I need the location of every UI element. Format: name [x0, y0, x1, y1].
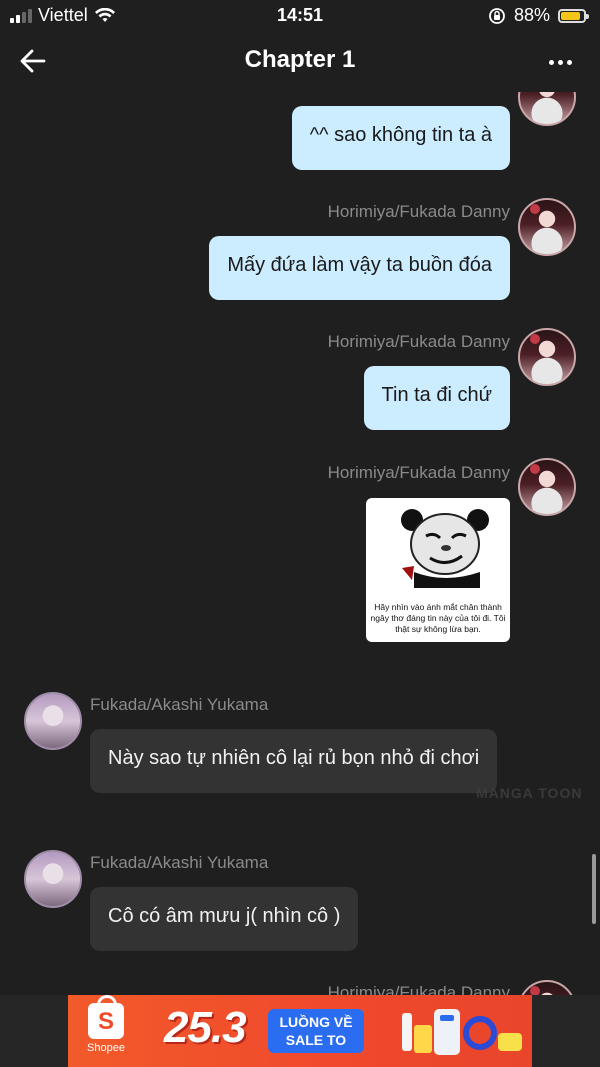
battery-icon	[558, 8, 589, 23]
sender-name: Fukada/Akashi Yukama	[90, 853, 269, 872]
avatar[interactable]	[518, 458, 576, 516]
message-bubble[interactable]: ^^ sao không tin ta à	[291, 106, 510, 170]
ad-banner[interactable]: S Shopee 25.3 LUỒNG VỀ SALE TO	[68, 995, 532, 1067]
status-right: 88%	[488, 5, 589, 26]
ad-headline-line2: SALE TO	[285, 1032, 347, 1048]
avatar[interactable]	[24, 850, 82, 908]
ad-date: 25.3	[164, 1003, 247, 1052]
chapter-header: Chapter 1	[0, 32, 600, 92]
message-bubble[interactable]: Cô có âm mưu j( nhìn cô )	[90, 887, 359, 951]
ad-brand: Shopee	[87, 1042, 125, 1054]
avatar[interactable]	[518, 328, 576, 386]
avatar[interactable]	[24, 692, 82, 750]
chat-area[interactable]: ^^ sao không tin ta à Horimiya/Fukada Da…	[0, 92, 600, 1067]
page-title: Chapter 1	[244, 46, 356, 73]
message-bubble[interactable]: Mấy đứa làm vậy ta buồn đóa	[209, 236, 510, 300]
ad-margin-right	[532, 995, 600, 1067]
more-dots-icon	[548, 59, 554, 65]
scrollbar[interactable]	[592, 854, 596, 924]
ad-margin-left	[0, 995, 68, 1067]
products-icon	[402, 1009, 522, 1055]
sender-name: Horimiya/Fukada Danny	[327, 463, 510, 482]
avatar[interactable]	[518, 92, 576, 126]
sticker-image[interactable]: Hãy nhìn vào ánh mắt chân thành ngây thơ…	[366, 498, 510, 642]
sender-name: Horimiya/Fukada Danny	[327, 202, 510, 221]
watermark: MANGA TOON	[476, 785, 583, 801]
panda-meme-icon	[401, 509, 489, 588]
avatar[interactable]	[518, 198, 576, 256]
orientation-lock-icon	[489, 7, 505, 24]
message-bubble[interactable]: Này sao tự nhiên cô lại rủ bọn nhỏ đi ch…	[90, 729, 498, 793]
battery-percent: 88%	[513, 5, 550, 25]
shopping-bag-icon: S	[88, 995, 124, 1039]
chat-screen: Viettel 14:51 88% Chapter 1 ^^ sao không…	[0, 0, 600, 1067]
ad-headline-box: LUỒNG VỀ SALE TO	[268, 1009, 364, 1053]
sender-name: Horimiya/Fukada Danny	[327, 332, 510, 351]
ad-headline-line1: LUỒNG VỀ	[279, 1014, 353, 1030]
sticker-caption: Hãy nhìn vào ánh mắt chân thành ngây thơ…	[370, 602, 506, 634]
message-bubble[interactable]: Tin ta đi chứ	[363, 366, 510, 430]
status-bar: Viettel 14:51 88%	[0, 0, 600, 32]
sender-name: Fukada/Akashi Yukama	[90, 695, 269, 714]
shopee-logo: S Shopee	[78, 995, 134, 1061]
more-button[interactable]	[542, 46, 578, 78]
